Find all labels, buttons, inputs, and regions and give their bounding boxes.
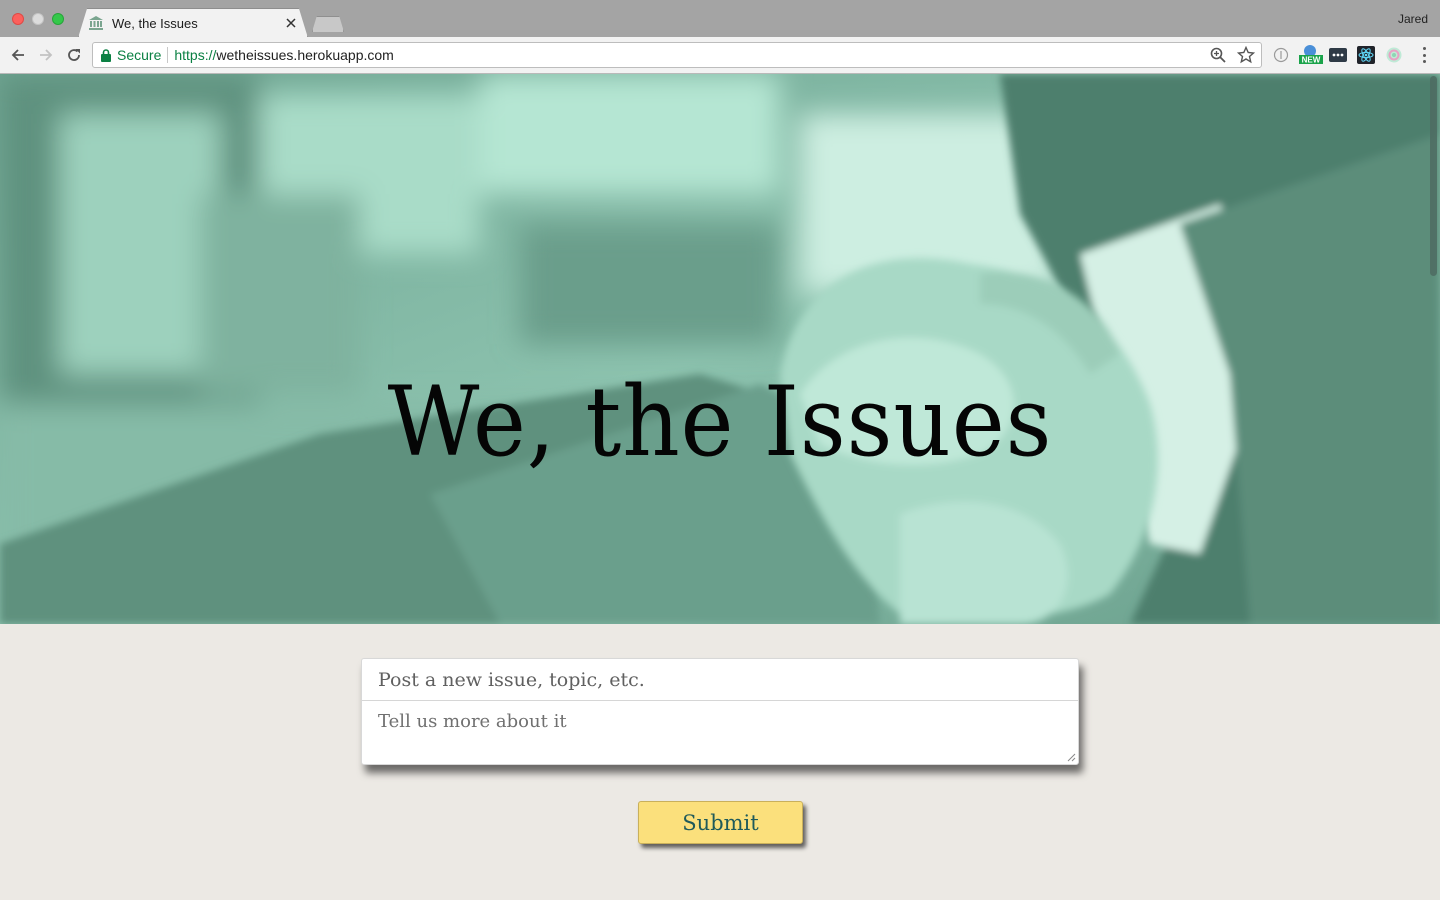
browser-toolbar: Secure https:// wetheissues.herokuapp.co… [0,37,1440,74]
secure-label: Secure [117,47,162,63]
extension-circle-icon[interactable] [1272,46,1290,64]
tab-title: We, the Issues [112,15,198,31]
new-badge-extension-icon[interactable]: NEW [1298,45,1324,65]
bank-building-icon [88,15,104,31]
url-scheme: https:// [174,47,217,63]
browser-titlebar: We, the Issues Jared [0,0,1440,38]
textarea-resize-icon[interactable] [1067,753,1076,762]
dots-extension-icon[interactable] [1329,46,1347,64]
tab-close-icon[interactable] [284,16,298,30]
window-close-button[interactable] [12,13,24,25]
profile-name[interactable]: Jared [1398,12,1428,26]
hero-banner: We, the Issues [0,74,1440,624]
handshake-photo [0,74,1440,624]
address-bar[interactable]: Secure https:// wetheissues.herokuapp.co… [92,42,1262,68]
reload-icon[interactable] [64,45,84,65]
site-title: We, the Issues [387,366,1053,478]
browser-menu-icon[interactable] [1422,46,1426,64]
bookmark-star-icon[interactable] [1236,45,1256,69]
window-minimize-button[interactable] [32,13,44,25]
color-extension-icon[interactable] [1385,46,1403,64]
forward-arrow-icon[interactable] [36,45,56,65]
submit-button[interactable]: Submit [638,801,803,844]
react-extension-icon[interactable] [1357,46,1375,64]
browser-tab-content: We, the Issues [86,8,300,38]
back-arrow-icon[interactable] [8,45,28,65]
url-host: wetheissues.herokuapp.com [216,47,394,63]
window-maximize-button[interactable] [52,13,64,25]
issue-body-textarea[interactable] [362,702,1078,764]
new-issue-form [361,658,1079,765]
zoom-icon[interactable] [1209,46,1227,69]
lock-icon [101,48,111,62]
page-scrollbar[interactable] [1430,76,1437,276]
new-badge-text: NEW [1302,56,1321,65]
new-tab-button[interactable] [312,16,344,32]
issue-title-input[interactable] [362,659,1078,701]
address-divider [167,47,169,63]
